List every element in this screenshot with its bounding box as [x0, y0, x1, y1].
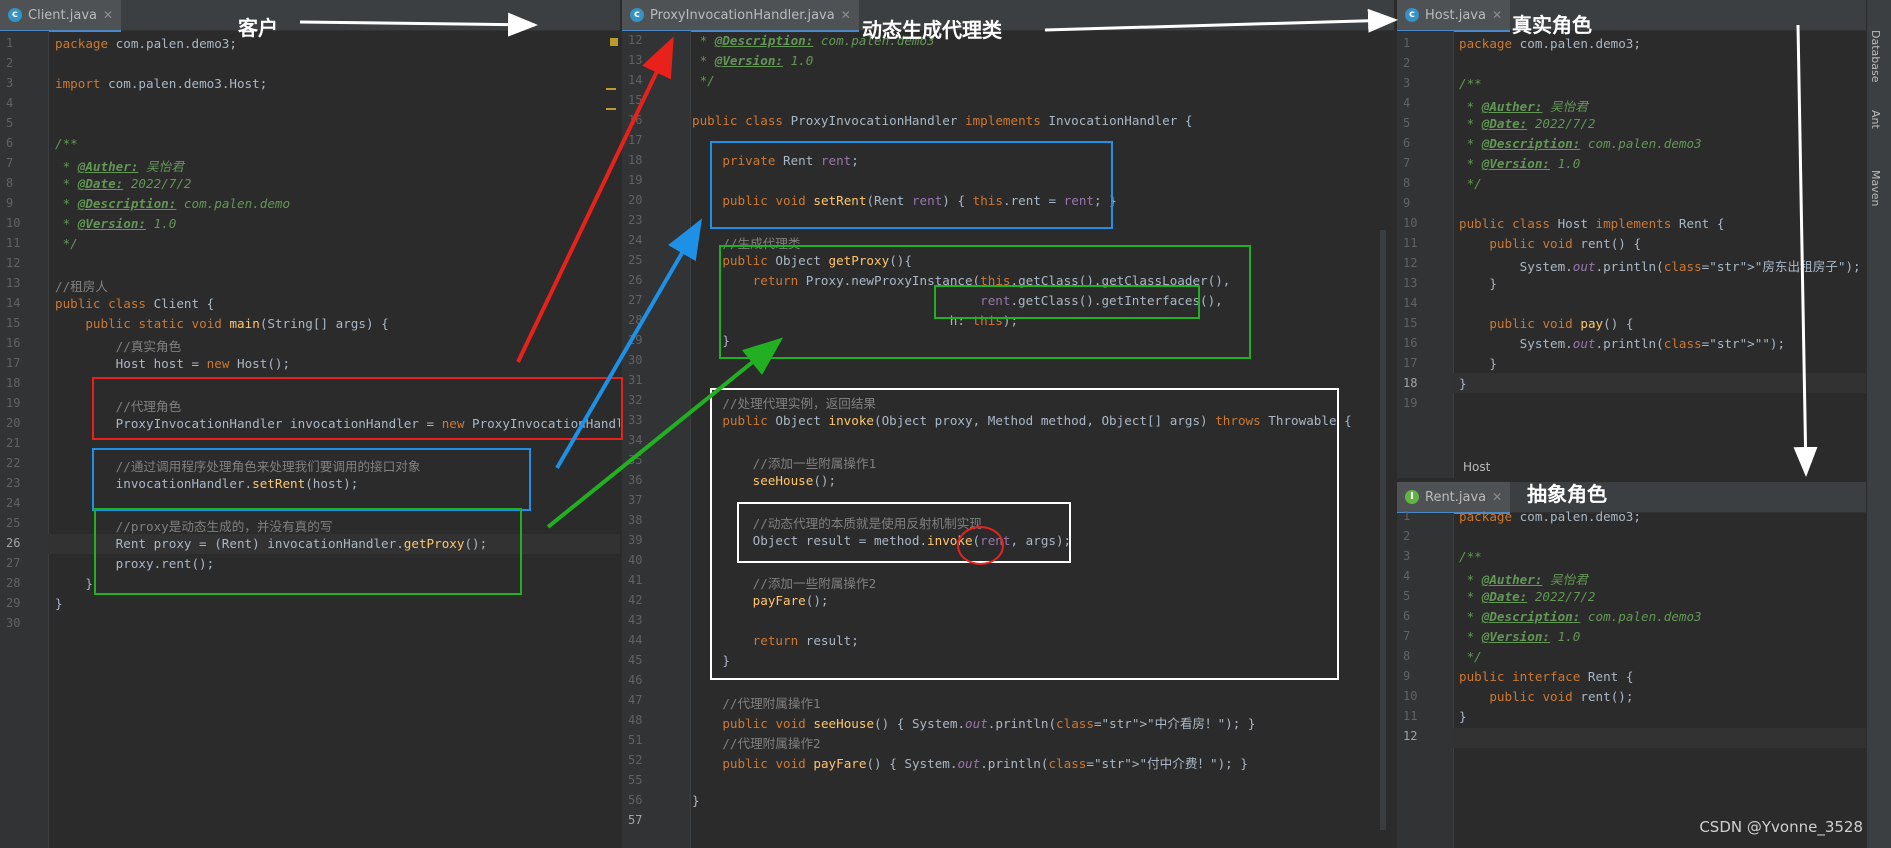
label-proxy-gen: 动态生成代理类 — [862, 18, 1002, 42]
arrow-blue — [555, 218, 703, 470]
label-real-role: 真实角色 — [1512, 13, 1592, 37]
annotation-arrows — [299, 8, 1818, 529]
arrow-client — [299, 12, 538, 37]
watermark: CSDN @Yvonne_3528 — [1699, 818, 1863, 836]
arrow-down — [1793, 24, 1818, 477]
label-abstract-role: 抽象角色 — [1527, 482, 1607, 506]
label-client: 客户 — [238, 16, 278, 40]
arrow-proxy — [1044, 8, 1398, 33]
arrow-green — [546, 337, 784, 529]
